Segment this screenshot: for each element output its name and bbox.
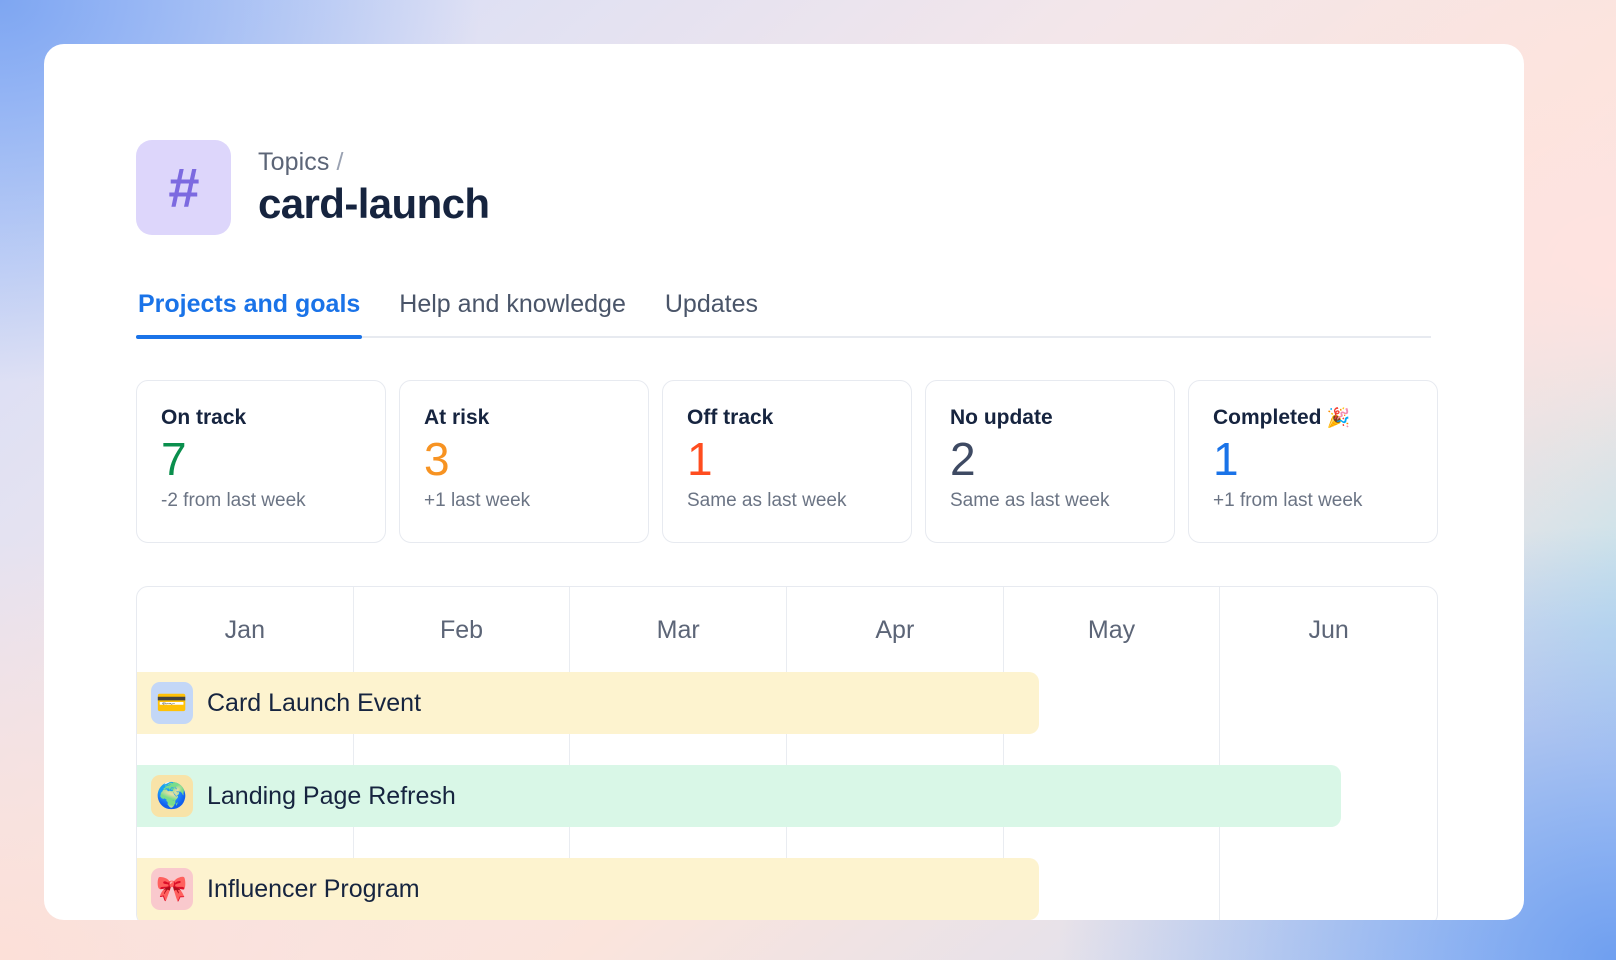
tab-help-and-knowledge[interactable]: Help and knowledge (397, 290, 628, 336)
ribbon-glyph: 🎀 (156, 877, 187, 902)
stat-label: At risk (424, 406, 624, 430)
stat-label-text: On track (161, 406, 246, 430)
header-text: Topics/ card-launch (258, 148, 489, 227)
page-title: card-launch (258, 181, 489, 227)
stat-value: 7 (161, 432, 361, 486)
breadcrumb-parent[interactable]: Topics (258, 148, 329, 176)
stat-label: No update (950, 406, 1150, 430)
timeline-bar-card-launch-event[interactable]: 💳 Card Launch Event (137, 672, 1039, 734)
stat-label-text: Off track (687, 406, 773, 430)
breadcrumb-separator: / (336, 148, 343, 176)
stat-label-text: Completed (1213, 406, 1322, 430)
page-header: # Topics/ card-launch (136, 140, 1524, 235)
stat-card-at-risk[interactable]: At risk 3 +1 last week (399, 380, 649, 543)
app-window: # Topics/ card-launch Projects and goals… (44, 44, 1524, 920)
credit-card-icon: 💳 (151, 682, 193, 724)
window-content: # Topics/ card-launch Projects and goals… (44, 44, 1524, 920)
tab-bar: Projects and goals Help and knowledge Up… (136, 290, 1431, 338)
stat-label-text: At risk (424, 406, 489, 430)
timeline-bar-landing-page-refresh[interactable]: 🌍 Landing Page Refresh (137, 765, 1341, 827)
credit-card-glyph: 💳 (156, 691, 187, 716)
globe-icon: 🌍 (151, 775, 193, 817)
timeline-bar-influencer-program[interactable]: 🎀 Influencer Program (137, 858, 1039, 920)
stat-card-completed[interactable]: Completed 🎉 1 +1 from last week (1188, 380, 1438, 543)
stat-delta: +1 last week (424, 490, 624, 512)
globe-glyph: 🌍 (156, 784, 187, 809)
timeline-bar-label: Card Launch Event (207, 689, 421, 718)
ribbon-icon: 🎀 (151, 868, 193, 910)
stat-card-off-track[interactable]: Off track 1 Same as last week (662, 380, 912, 543)
status-summary-cards: On track 7 -2 from last week At risk 3 +… (136, 380, 1438, 543)
project-timeline: Jan Feb Mar Apr May Jun (136, 586, 1438, 920)
stat-label: Off track (687, 406, 887, 430)
stat-label: Completed 🎉 (1213, 406, 1413, 430)
stat-delta: -2 from last week (161, 490, 361, 512)
stat-label-text: No update (950, 406, 1053, 430)
stat-delta: +1 from last week (1213, 490, 1413, 512)
stat-delta: Same as last week (687, 490, 887, 512)
stat-value: 1 (1213, 432, 1413, 486)
timeline-bar-label: Influencer Program (207, 875, 420, 904)
stat-delta: Same as last week (950, 490, 1150, 512)
hash-glyph: # (168, 160, 198, 216)
timeline-bar-label: Landing Page Refresh (207, 782, 456, 811)
hash-icon: # (136, 140, 231, 235)
timeline-bars: 💳 Card Launch Event 🌍 Landing Page Refre… (137, 672, 1437, 920)
stat-card-on-track[interactable]: On track 7 -2 from last week (136, 380, 386, 543)
party-popper-icon: 🎉 (1327, 409, 1351, 428)
stat-label: On track (161, 406, 361, 430)
stat-value: 1 (687, 432, 887, 486)
stat-value: 3 (424, 432, 624, 486)
tab-projects-and-goals[interactable]: Projects and goals (136, 290, 362, 336)
stat-value: 2 (950, 432, 1150, 486)
tab-updates[interactable]: Updates (663, 290, 760, 336)
breadcrumb: Topics/ (258, 148, 489, 177)
stat-card-no-update[interactable]: No update 2 Same as last week (925, 380, 1175, 543)
